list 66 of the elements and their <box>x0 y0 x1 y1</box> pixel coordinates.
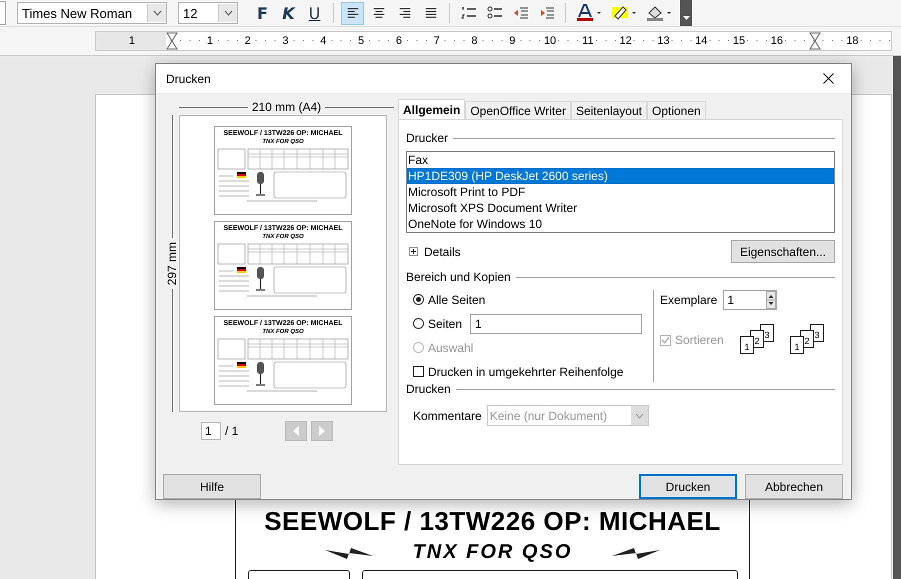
left-triangle-icon <box>293 426 299 436</box>
ruler-number: 3 <box>281 34 290 48</box>
ruler-number: 18 <box>845 34 860 48</box>
caret-icon <box>682 16 690 20</box>
font-size-box[interactable]: 12 <box>178 2 238 24</box>
tab[interactable]: OpenOffice Writer <box>465 101 571 119</box>
pages-field[interactable]: 1 <box>470 314 642 334</box>
underline-button[interactable]: U <box>303 2 326 24</box>
printer-item[interactable]: Microsoft Print to PDF <box>406 184 834 200</box>
align-left-button[interactable] <box>341 2 364 24</box>
align-center-icon <box>372 7 386 19</box>
lightning-icon <box>612 546 660 560</box>
ruler-number: 6 <box>394 34 403 48</box>
comments-label: Kommentare <box>412 408 482 422</box>
section-heading: Bereich und Kopien <box>406 270 511 284</box>
indent-marker-icon[interactable] <box>808 32 821 50</box>
more-options-button[interactable] <box>680 0 692 26</box>
page-count: / 1 <box>225 424 240 438</box>
align-right-icon <box>398 7 412 19</box>
ruler-number: 15 <box>732 34 746 48</box>
ruler-number: 16 <box>770 34 784 48</box>
ruler-number: 8 <box>470 34 479 48</box>
printer-item[interactable]: Fax <box>406 152 834 168</box>
tab[interactable]: Allgemein <box>398 99 466 119</box>
expand-icon[interactable] <box>408 247 418 256</box>
help-button[interactable]: Hilfe <box>163 474 261 499</box>
page-number-field[interactable]: 1 <box>201 422 221 440</box>
close-icon <box>822 73 834 84</box>
radio-label[interactable]: Seiten <box>428 316 462 330</box>
ruler-number: 10 <box>542 34 558 48</box>
printer-item[interactable]: HP1DE309 (HP DeskJet 2600 series) <box>406 168 834 184</box>
scrollbar[interactable] <box>893 56 901 579</box>
italic-button[interactable]: K <box>277 2 300 24</box>
radio-button[interactable] <box>412 294 424 305</box>
radio-label[interactable]: Alle Seiten <box>428 292 486 306</box>
tab[interactable]: Seitenlayout <box>570 101 647 119</box>
checkbox[interactable] <box>412 366 424 377</box>
align-left-icon <box>346 7 360 19</box>
checkbox-label[interactable]: Drucken in umgekehrter Reihenfolge <box>428 364 624 378</box>
window-title: Drucken <box>166 72 211 86</box>
card-title: SEEWOLF / 13TW226 OP: MICHAEL <box>264 506 721 537</box>
page-height-label: 297 mm <box>165 242 179 286</box>
right-triangle-icon <box>319 426 325 436</box>
printer-item[interactable]: OneNote for Windows 10 <box>406 216 834 232</box>
copies-spin-field[interactable]: 1 <box>723 290 778 310</box>
lightning-icon <box>324 546 373 560</box>
section-heading: Drucker <box>406 131 448 145</box>
dialog-button[interactable]: Drucken <box>639 474 737 499</box>
align-justify-icon <box>424 7 438 19</box>
ruler-number: 9 <box>508 34 516 48</box>
copies-label: Exemplare <box>660 293 718 307</box>
printer-list[interactable]: Fax HP1DE309 (HP DeskJet 2600 series) Microsoft Print to PDF Microsoft XPS Document Writer OneNote for Windows 10 <box>406 151 835 233</box>
font-name-box[interactable]: Times New Roman <box>17 2 167 24</box>
details-label[interactable]: Details <box>424 244 461 258</box>
spin-arrows-icon[interactable] <box>766 291 776 309</box>
bold-button[interactable]: F <box>251 2 274 24</box>
card-subtitle: TNX FOR QSO <box>412 541 572 564</box>
tab[interactable]: Optionen <box>646 101 706 119</box>
properties-button[interactable]: Eigenschaften... <box>730 240 835 263</box>
radio-button[interactable] <box>412 318 424 329</box>
printer-item[interactable]: Microsoft XPS Document Writer <box>406 200 834 216</box>
ruler-number: 5 <box>357 34 366 48</box>
dialog-button[interactable]: Abbrechen <box>745 474 843 499</box>
section-heading: Drucken <box>406 382 451 396</box>
page-width-label: 210 mm (A4) <box>252 100 322 114</box>
ruler-number: 13 <box>656 34 671 48</box>
